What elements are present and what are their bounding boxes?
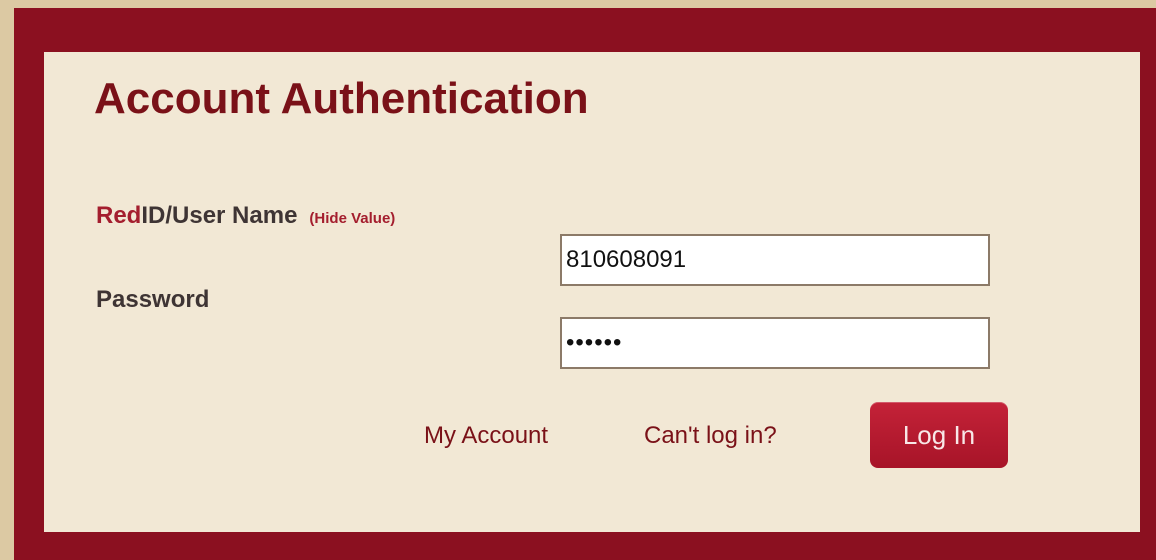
hide-value-link[interactable]: (Hide Value): [309, 210, 395, 227]
password-field[interactable]: [560, 317, 990, 369]
password-label-row: Password: [96, 282, 209, 318]
password-label: Password: [96, 286, 210, 313]
page-title: Account Authentication: [94, 74, 589, 123]
log-in-button[interactable]: Log In: [870, 402, 1008, 468]
username-label-text: ID/User Name: [141, 202, 298, 229]
username-field[interactable]: [560, 234, 990, 286]
cant-log-in-link[interactable]: Can't log in?: [644, 418, 777, 454]
username-label: RedID/User Name (Hide Value): [96, 198, 395, 234]
my-account-link[interactable]: My Account: [424, 418, 548, 454]
username-label-red-part: Red: [96, 202, 142, 229]
